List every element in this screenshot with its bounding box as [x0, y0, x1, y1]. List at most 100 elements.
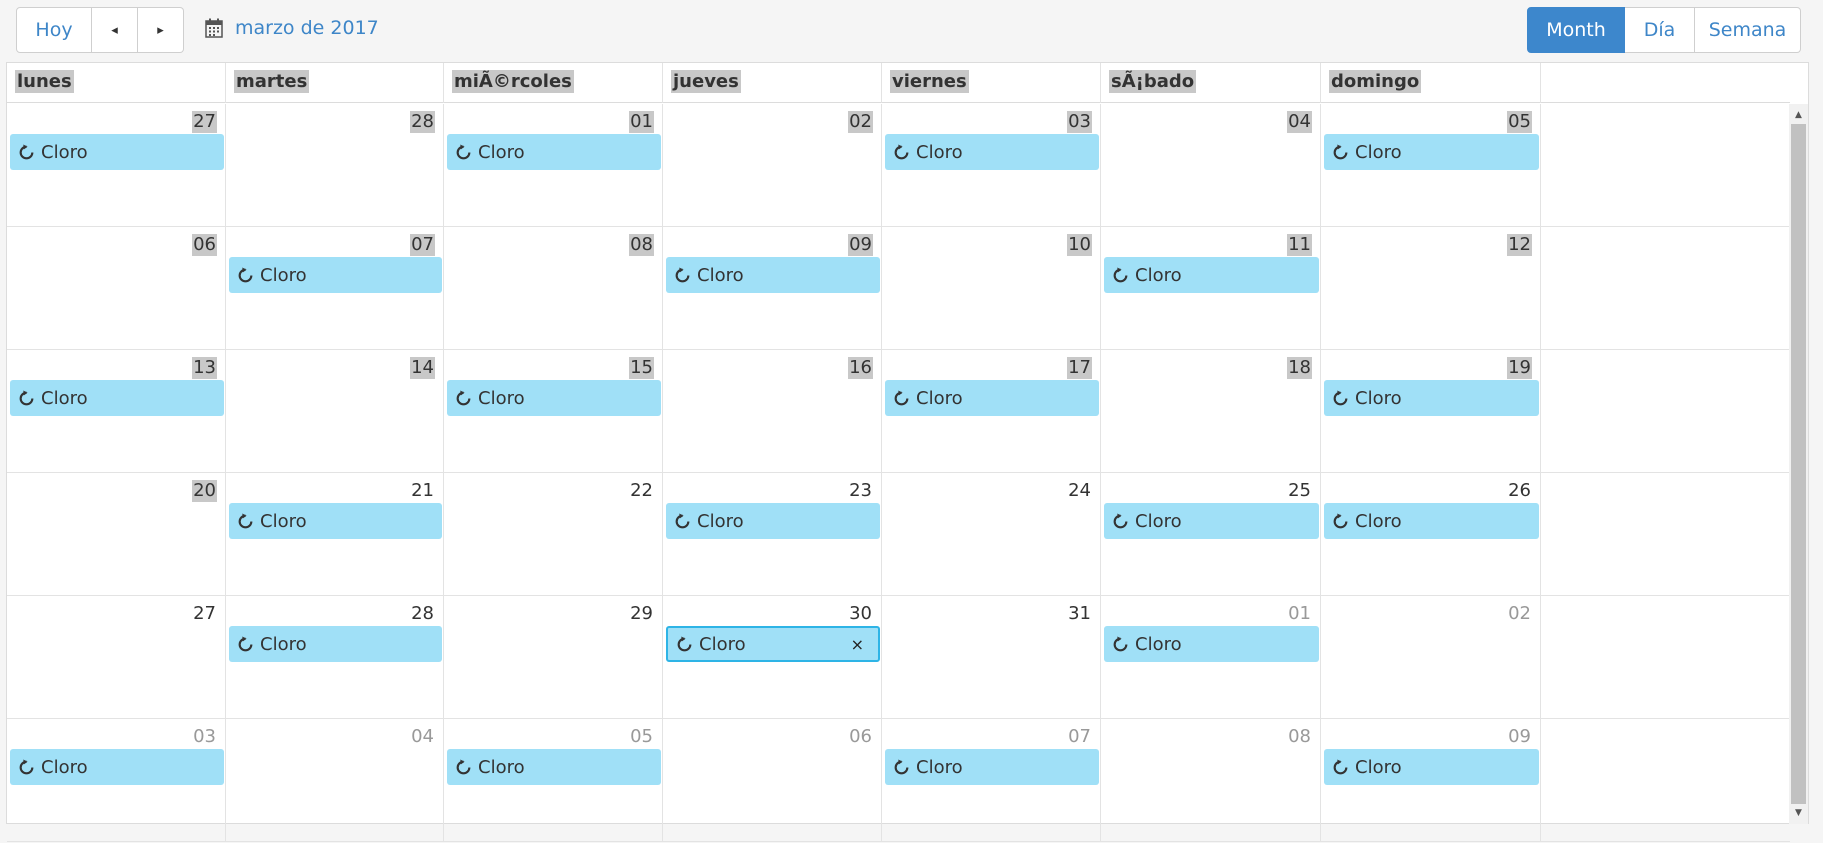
day-cell[interactable]: 27 Cloro — [7, 104, 226, 226]
day-number[interactable]: 02 — [848, 111, 873, 133]
day-view-button[interactable]: Día — [1625, 7, 1695, 53]
day-number[interactable]: 24 — [1067, 480, 1092, 502]
calendar-event[interactable]: Cloro — [10, 134, 224, 170]
calendar-event[interactable]: Cloro — [1324, 749, 1539, 785]
day-cell[interactable]: 05 Cloro — [1321, 104, 1541, 226]
day-number[interactable]: 01 — [1287, 603, 1312, 625]
calendar-event[interactable]: Cloro — [885, 134, 1099, 170]
day-cell[interactable]: 15 Cloro — [444, 350, 663, 472]
day-cell[interactable]: 07 Cloro — [882, 719, 1101, 841]
calendar-event[interactable]: Cloro — [447, 749, 661, 785]
day-cell[interactable]: 02 — [1321, 596, 1541, 718]
day-cell[interactable]: 19 Cloro — [1321, 350, 1541, 472]
day-cell[interactable]: 09 Cloro — [1321, 719, 1541, 841]
day-cell[interactable]: 23 Cloro — [663, 473, 882, 595]
day-cell[interactable]: 13 Cloro — [7, 350, 226, 472]
day-cell[interactable]: 31 — [882, 596, 1101, 718]
day-cell[interactable]: 07 Cloro — [226, 227, 444, 349]
calendar-event[interactable]: Cloro — [1324, 380, 1539, 416]
calendar-event[interactable]: Cloro — [1104, 257, 1319, 293]
day-number[interactable]: 05 — [1507, 111, 1532, 133]
previous-button[interactable]: ◂ — [92, 7, 138, 53]
day-cell[interactable]: 08 — [444, 227, 663, 349]
day-number[interactable]: 01 — [629, 111, 654, 133]
day-number[interactable]: 29 — [629, 603, 654, 625]
day-cell[interactable]: 03 Cloro — [7, 719, 226, 841]
next-button[interactable]: ▸ — [138, 7, 184, 53]
close-icon[interactable]: × — [851, 635, 864, 654]
day-number[interactable]: 07 — [410, 234, 435, 256]
calendar-event[interactable]: Cloro — [1104, 503, 1319, 539]
day-cell[interactable]: 27 — [7, 596, 226, 718]
day-cell[interactable]: 24 — [882, 473, 1101, 595]
day-number[interactable]: 03 — [192, 726, 217, 748]
day-number[interactable]: 21 — [410, 480, 435, 502]
day-cell[interactable]: 22 — [444, 473, 663, 595]
scroll-up-arrow[interactable]: ▲ — [1789, 108, 1808, 122]
day-cell[interactable]: 01 Cloro — [444, 104, 663, 226]
calendar-event[interactable]: Cloro — [447, 134, 661, 170]
day-number[interactable]: 02 — [1507, 603, 1532, 625]
day-number[interactable]: 04 — [410, 726, 435, 748]
day-number[interactable]: 05 — [629, 726, 654, 748]
day-number[interactable]: 06 — [848, 726, 873, 748]
day-cell[interactable]: 20 — [7, 473, 226, 595]
day-cell[interactable]: 05 Cloro — [444, 719, 663, 841]
day-number[interactable]: 23 — [848, 480, 873, 502]
day-cell[interactable]: 04 — [226, 719, 444, 841]
day-cell[interactable]: 06 — [7, 227, 226, 349]
day-number[interactable]: 10 — [1067, 234, 1092, 256]
day-number[interactable]: 03 — [1067, 111, 1092, 133]
day-cell[interactable]: 10 — [882, 227, 1101, 349]
day-number[interactable]: 28 — [410, 111, 435, 133]
day-number[interactable]: 30 — [848, 603, 873, 625]
vertical-scrollbar[interactable]: ▲ ▼ — [1789, 104, 1808, 824]
day-number[interactable]: 07 — [1067, 726, 1092, 748]
day-cell[interactable]: 26 Cloro — [1321, 473, 1541, 595]
day-number[interactable]: 04 — [1287, 111, 1312, 133]
day-cell[interactable]: 28 Cloro — [226, 596, 444, 718]
day-number[interactable]: 31 — [1067, 603, 1092, 625]
day-number[interactable]: 06 — [192, 234, 217, 256]
day-cell[interactable]: 01 Cloro — [1101, 596, 1321, 718]
day-cell[interactable]: 08 — [1101, 719, 1321, 841]
calendar-event[interactable]: Cloro — [1104, 626, 1319, 662]
day-cell[interactable]: 14 — [226, 350, 444, 472]
calendar-event[interactable]: Cloro — [10, 380, 224, 416]
day-number[interactable]: 08 — [629, 234, 654, 256]
day-cell[interactable]: 18 — [1101, 350, 1321, 472]
calendar-event[interactable]: Cloro — [447, 380, 661, 416]
day-cell[interactable]: 04 — [1101, 104, 1321, 226]
calendar-event[interactable]: Cloro — [229, 626, 442, 662]
day-number[interactable]: 11 — [1287, 234, 1312, 256]
calendar-event[interactable]: Cloro — [885, 749, 1099, 785]
day-cell[interactable]: 02 — [663, 104, 882, 226]
day-cell[interactable]: 11 Cloro — [1101, 227, 1321, 349]
week-view-button[interactable]: Semana — [1695, 7, 1801, 53]
day-number[interactable]: 12 — [1507, 234, 1532, 256]
day-number[interactable]: 18 — [1287, 357, 1312, 379]
day-number[interactable]: 19 — [1507, 357, 1532, 379]
day-cell[interactable]: 25 Cloro — [1101, 473, 1321, 595]
day-cell[interactable]: 16 — [663, 350, 882, 472]
calendar-event[interactable]: Cloro — [229, 503, 442, 539]
month-view-button[interactable]: Month — [1527, 7, 1625, 53]
calendar-event[interactable]: Cloro — [666, 503, 880, 539]
calendar-event[interactable]: Cloro — [885, 380, 1099, 416]
day-number[interactable]: 20 — [192, 480, 217, 502]
scroll-down-arrow[interactable]: ▼ — [1789, 806, 1808, 820]
day-cell[interactable]: 06 — [663, 719, 882, 841]
calendar-event[interactable]: Cloro — [666, 257, 880, 293]
today-button[interactable]: Hoy — [16, 7, 92, 53]
day-cell[interactable]: 12 — [1321, 227, 1541, 349]
day-number[interactable]: 28 — [410, 603, 435, 625]
day-number[interactable]: 14 — [410, 357, 435, 379]
day-cell[interactable]: 30 Cloro × — [663, 596, 882, 718]
day-cell[interactable]: 03 Cloro — [882, 104, 1101, 226]
day-cell[interactable]: 29 — [444, 596, 663, 718]
day-cell[interactable]: 21 Cloro — [226, 473, 444, 595]
day-number[interactable]: 09 — [848, 234, 873, 256]
day-number[interactable]: 09 — [1507, 726, 1532, 748]
day-number[interactable]: 16 — [848, 357, 873, 379]
day-cell[interactable]: 28 — [226, 104, 444, 226]
